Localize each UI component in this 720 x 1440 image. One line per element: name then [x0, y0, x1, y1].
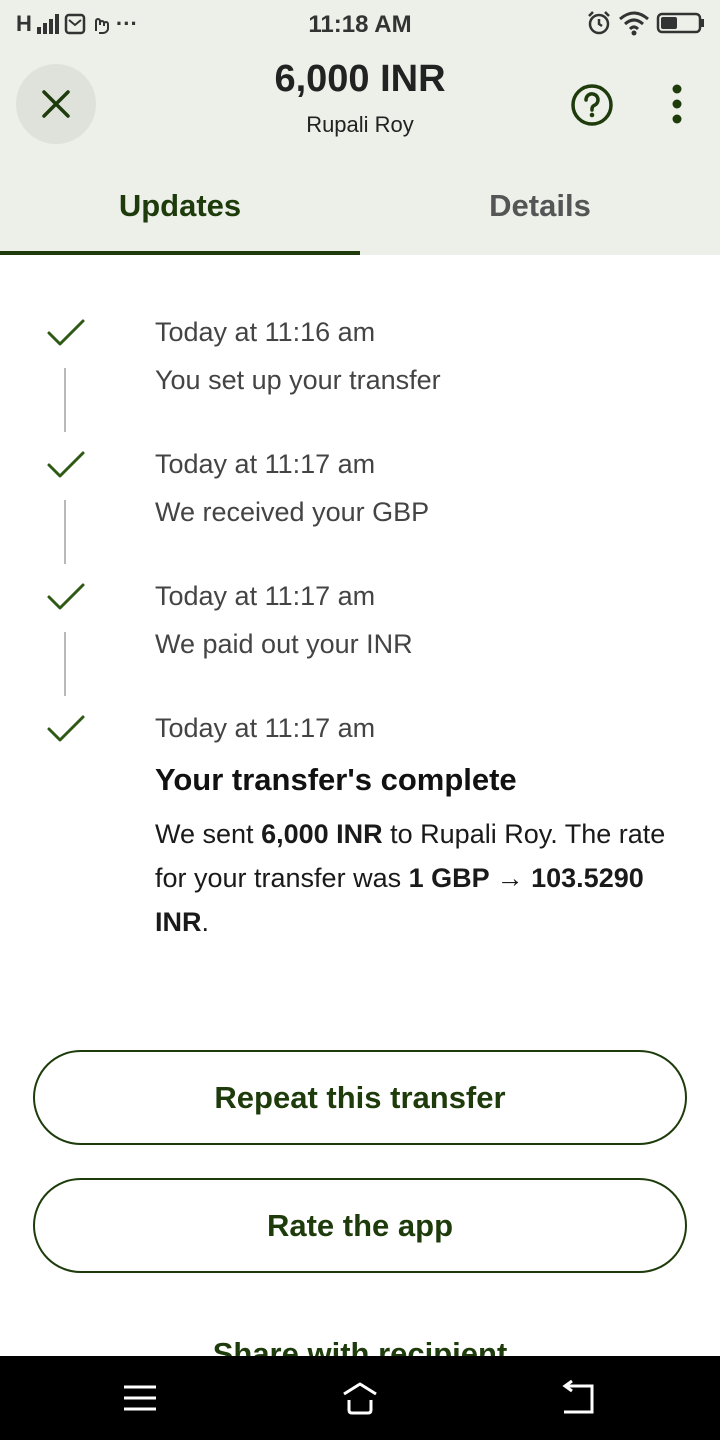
tab-updates[interactable]: Updates: [0, 188, 360, 255]
rate-app-label: Rate the app: [266, 1207, 454, 1243]
repeat-transfer-button[interactable]: Repeat this transfer: [33, 1050, 687, 1145]
timeline-time: Today at 11:17 am: [155, 713, 376, 743]
help-button[interactable]: [570, 83, 614, 127]
share-with-recipient-label: Share with recipient: [212, 1336, 508, 1356]
transfer-header: 6,000 INR Rupali Roy Updates Details: [0, 50, 720, 255]
active-tab-indicator: [0, 251, 360, 255]
battery-icon: [656, 12, 704, 34]
timeline-connector: [64, 368, 66, 432]
timeline-connector: [64, 500, 66, 564]
help-circle-icon: [571, 84, 613, 126]
timeline-time: Today at 11:17 am: [155, 581, 376, 611]
timeline-time: Today at 11:16 am: [155, 317, 376, 347]
home-icon[interactable]: [340, 1378, 380, 1418]
system-nav-bar: [0, 1356, 720, 1440]
wifi-icon: [619, 11, 649, 36]
sent-amount: 6,000 INR: [261, 819, 383, 849]
tab-details[interactable]: Details: [360, 188, 720, 255]
message-suffix: .: [201, 907, 210, 937]
more-vertical-icon: [672, 84, 682, 124]
timeline-description: You set up your transfer: [155, 365, 441, 395]
timeline-description: We received your GBP: [155, 497, 430, 527]
timeline-description: We paid out your INR: [155, 629, 413, 659]
transfer-complete-title: Your transfer's complete: [155, 762, 517, 797]
timeline-connector: [64, 632, 66, 696]
status-right: [586, 10, 706, 36]
rate-app-button[interactable]: Rate the app: [33, 1178, 687, 1273]
menu-icon[interactable]: [120, 1378, 160, 1418]
status-bar: H ··· 11:18 AM: [0, 0, 720, 50]
transfer-complete-message: We sent 6,000 INR to Rupali Roy. The rat…: [155, 812, 685, 944]
check-icon: [47, 715, 85, 742]
more-options-button[interactable]: [660, 80, 694, 128]
check-icon: [47, 319, 85, 346]
repeat-transfer-label: Repeat this transfer: [214, 1079, 506, 1115]
message-prefix: We sent: [155, 819, 262, 849]
back-icon[interactable]: [558, 1378, 598, 1418]
alarm-icon: [588, 11, 610, 35]
check-icon: [47, 451, 85, 478]
share-with-recipient-link[interactable]: Share with recipient: [0, 1334, 720, 1356]
timeline-time: Today at 11:17 am: [155, 449, 376, 479]
check-icon: [47, 583, 85, 610]
